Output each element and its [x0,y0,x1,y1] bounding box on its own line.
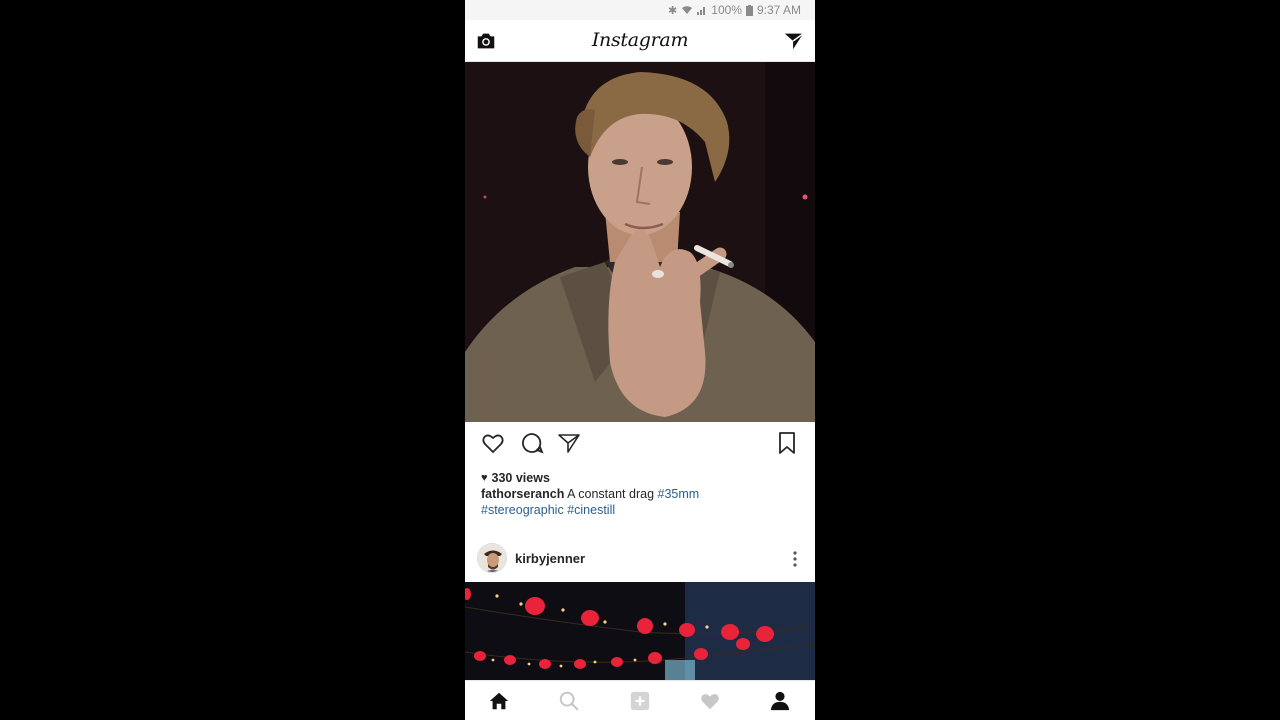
caption-text: A constant drag [567,487,655,501]
signal-icon [697,7,706,15]
share-icon[interactable] [557,431,581,455]
bottom-nav [465,680,815,720]
post-header: kirbyjenner [465,540,815,582]
battery-percent: 100% [711,3,742,17]
bluetooth-icon: ✱ [668,4,678,17]
app-bar: Instagram [465,20,815,62]
caption-body: fathorseranch A constant drag #35mm #ste… [481,486,801,518]
wifi-icon [682,6,693,14]
heart-icon[interactable] [699,690,721,712]
hashtag[interactable]: #35mm [658,487,700,501]
add-post-icon[interactable] [629,690,651,712]
post-actions [465,422,815,464]
clock: 9:37 AM [756,3,801,17]
bookmark-icon[interactable] [775,431,799,455]
post-username[interactable]: fathorseranch [481,487,564,501]
post-photo[interactable] [465,582,815,680]
heart-outline-icon[interactable] [481,431,505,455]
hashtag[interactable]: #stereographic [481,503,564,517]
hashtag[interactable]: #cinestill [567,503,615,517]
views-label: 330 views [491,471,550,485]
post-username[interactable]: kirbyjenner [515,551,585,566]
direct-message-icon[interactable] [783,30,805,52]
app-logo: Instagram [591,29,689,51]
post-photo[interactable] [465,62,815,422]
more-vertical-icon[interactable] [791,549,799,569]
post-caption: ♥ 330 views fathorseranch A constant dra… [481,470,801,518]
search-icon[interactable] [558,690,580,712]
phone-screen: ✱ 100% 9:37 AM Instagram ♥ 330 views fat… [465,0,815,720]
view-count[interactable]: ♥ 330 views [481,470,801,486]
battery-icon [745,4,753,16]
portrait-image [465,62,815,422]
status-bar: ✱ 100% 9:37 AM [465,0,815,20]
home-icon[interactable] [488,690,510,712]
lanterns-image [465,582,815,680]
heart-filled-icon: ♥ [481,472,488,484]
profile-icon[interactable] [769,690,791,712]
comment-icon[interactable] [520,431,544,455]
avatar[interactable] [477,543,507,573]
